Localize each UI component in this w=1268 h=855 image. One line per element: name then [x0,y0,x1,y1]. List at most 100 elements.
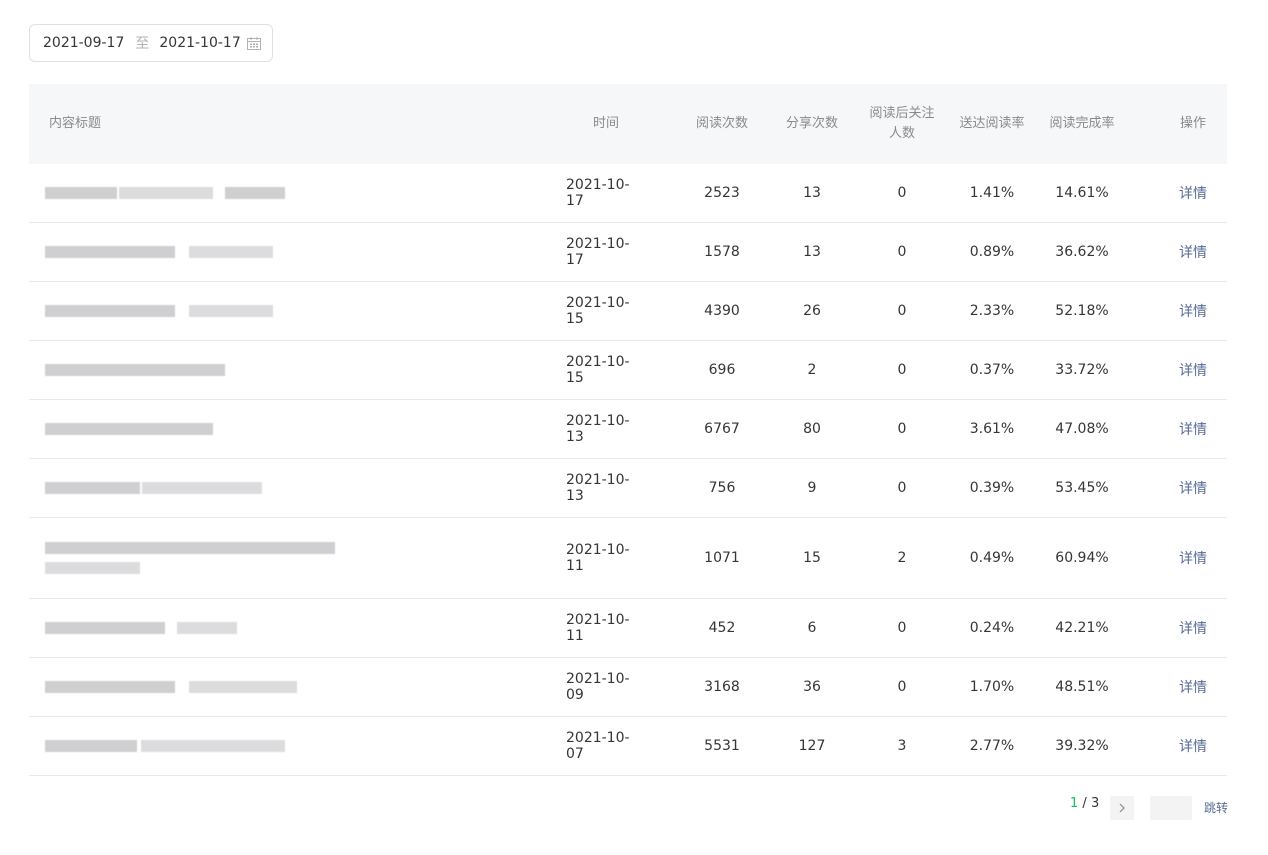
blur-block [45,305,175,317]
column-header-follows: 阅读后关注 人数 [857,84,947,164]
cell-shares: 127 [798,738,826,754]
cell-delivery-rate: 1.70% [969,679,1015,695]
cell-follows: 0 [897,620,907,636]
cell-delivery-rate: 0.37% [969,362,1015,378]
blur-block [45,562,140,574]
detail-link[interactable]: 详情 [1163,400,1223,458]
cell-time: 2021-10-13 [566,413,630,445]
blur-block [189,305,273,317]
blurred-title [45,616,285,640]
date-range-picker[interactable]: 2021-09-17 至 2021-10-17 [29,24,273,62]
cell-time: 2021-10-15 [566,354,630,386]
detail-link[interactable]: 详情 [1163,599,1223,657]
blur-block [142,482,262,494]
cell-title[interactable] [45,658,297,716]
cell-completion-rate: 39.32% [1055,738,1109,754]
cell-time: 2021-10-17 [566,177,630,209]
cell-title[interactable] [45,717,285,775]
cell-shares: 13 [803,244,821,260]
cell-delivery-rate: 2.33% [969,303,1015,319]
table-row: 2021-10-15 696 2 0 0.37% 33.72% 详情 [29,341,1227,400]
table-row: 2021-10-17 2523 13 0 1.41% 14.61% 详情 [29,164,1227,223]
table-header: 内容标题 时间 阅读次数 分享次数 阅读后关注 人数 送达阅读率 阅读完成率 操… [29,84,1227,164]
cell-completion-rate: 36.62% [1055,244,1109,260]
cell-completion-rate: 52.18% [1055,303,1109,319]
detail-link[interactable]: 详情 [1163,164,1223,222]
blur-block [119,187,213,199]
detail-link[interactable]: 详情 [1163,282,1223,340]
cell-delivery-rate: 0.24% [969,620,1015,636]
start-date[interactable]: 2021-09-17 [43,35,124,51]
cell-title[interactable] [45,341,285,399]
blurred-title [45,240,285,264]
column-header-follows-line2: 人数 [888,126,915,141]
cell-time: 2021-10-11 [566,542,630,574]
cell-completion-rate: 48.51% [1055,679,1109,695]
blur-block [141,740,285,752]
cell-time: 2021-10-15 [566,295,630,327]
cell-time: 2021-10-13 [566,472,630,504]
detail-link[interactable]: 详情 [1163,223,1223,281]
cell-title[interactable] [45,518,335,598]
detail-link[interactable]: 详情 [1163,341,1223,399]
detail-link[interactable]: 详情 [1163,518,1223,598]
cell-reads: 2523 [704,185,740,201]
jump-button[interactable]: 跳转 [1204,799,1228,816]
cell-completion-rate: 14.61% [1055,185,1109,201]
cell-follows: 0 [897,185,907,201]
articles-table: 内容标题 时间 阅读次数 分享次数 阅读后关注 人数 送达阅读率 阅读完成率 操… [29,84,1227,776]
cell-delivery-rate: 0.39% [969,480,1015,496]
cell-time: 2021-10-11 [566,612,630,644]
cell-shares: 26 [803,303,821,319]
next-page-button[interactable] [1110,796,1134,820]
cell-title[interactable] [45,459,285,517]
blur-block [189,681,297,693]
blurred-title [45,417,285,441]
detail-link[interactable]: 详情 [1163,658,1223,716]
column-header-completion-rate: 阅读完成率 [1049,116,1115,131]
calendar-icon[interactable] [247,37,261,50]
cell-completion-rate: 47.08% [1055,421,1109,437]
jump-page-input[interactable] [1150,796,1192,820]
cell-title[interactable] [45,599,285,657]
cell-reads: 1071 [704,550,740,566]
blur-block [45,740,137,752]
blur-block [45,482,140,494]
cell-shares: 9 [807,480,817,496]
column-header-action: 操作 [1179,116,1206,131]
detail-link[interactable]: 详情 [1163,717,1223,775]
blur-block [45,423,213,435]
cell-reads: 5531 [704,738,740,754]
cell-shares: 15 [803,550,821,566]
cell-follows: 0 [897,244,907,260]
cell-title[interactable] [45,164,285,222]
cell-completion-rate: 42.21% [1055,620,1109,636]
cell-title[interactable] [45,282,285,340]
total-pages: 3 [1090,796,1100,811]
cell-shares: 2 [807,362,817,378]
blur-block [225,187,285,199]
cell-title[interactable] [45,400,285,458]
blurred-title [45,536,335,580]
cell-reads: 6767 [704,421,740,437]
blur-block [45,246,175,258]
cell-follows: 0 [897,362,907,378]
date-separator: 至 [135,36,150,52]
detail-link[interactable]: 详情 [1163,459,1223,517]
cell-shares: 13 [803,185,821,201]
blur-block [45,681,175,693]
cell-title[interactable] [45,223,285,281]
cell-reads: 1578 [704,244,740,260]
cell-time: 2021-10-09 [566,671,630,703]
cell-shares: 80 [803,421,821,437]
end-date[interactable]: 2021-10-17 [159,35,240,51]
cell-completion-rate: 60.94% [1055,550,1109,566]
cell-completion-rate: 33.72% [1055,362,1109,378]
cell-delivery-rate: 0.49% [969,550,1015,566]
column-header-reads: 阅读次数 [695,116,748,131]
blur-block [45,542,335,554]
cell-follows: 0 [897,480,907,496]
table-row: 2021-10-13 6767 80 0 3.61% 47.08% 详情 [29,400,1227,459]
cell-follows: 0 [897,303,907,319]
cell-follows: 0 [897,421,907,437]
